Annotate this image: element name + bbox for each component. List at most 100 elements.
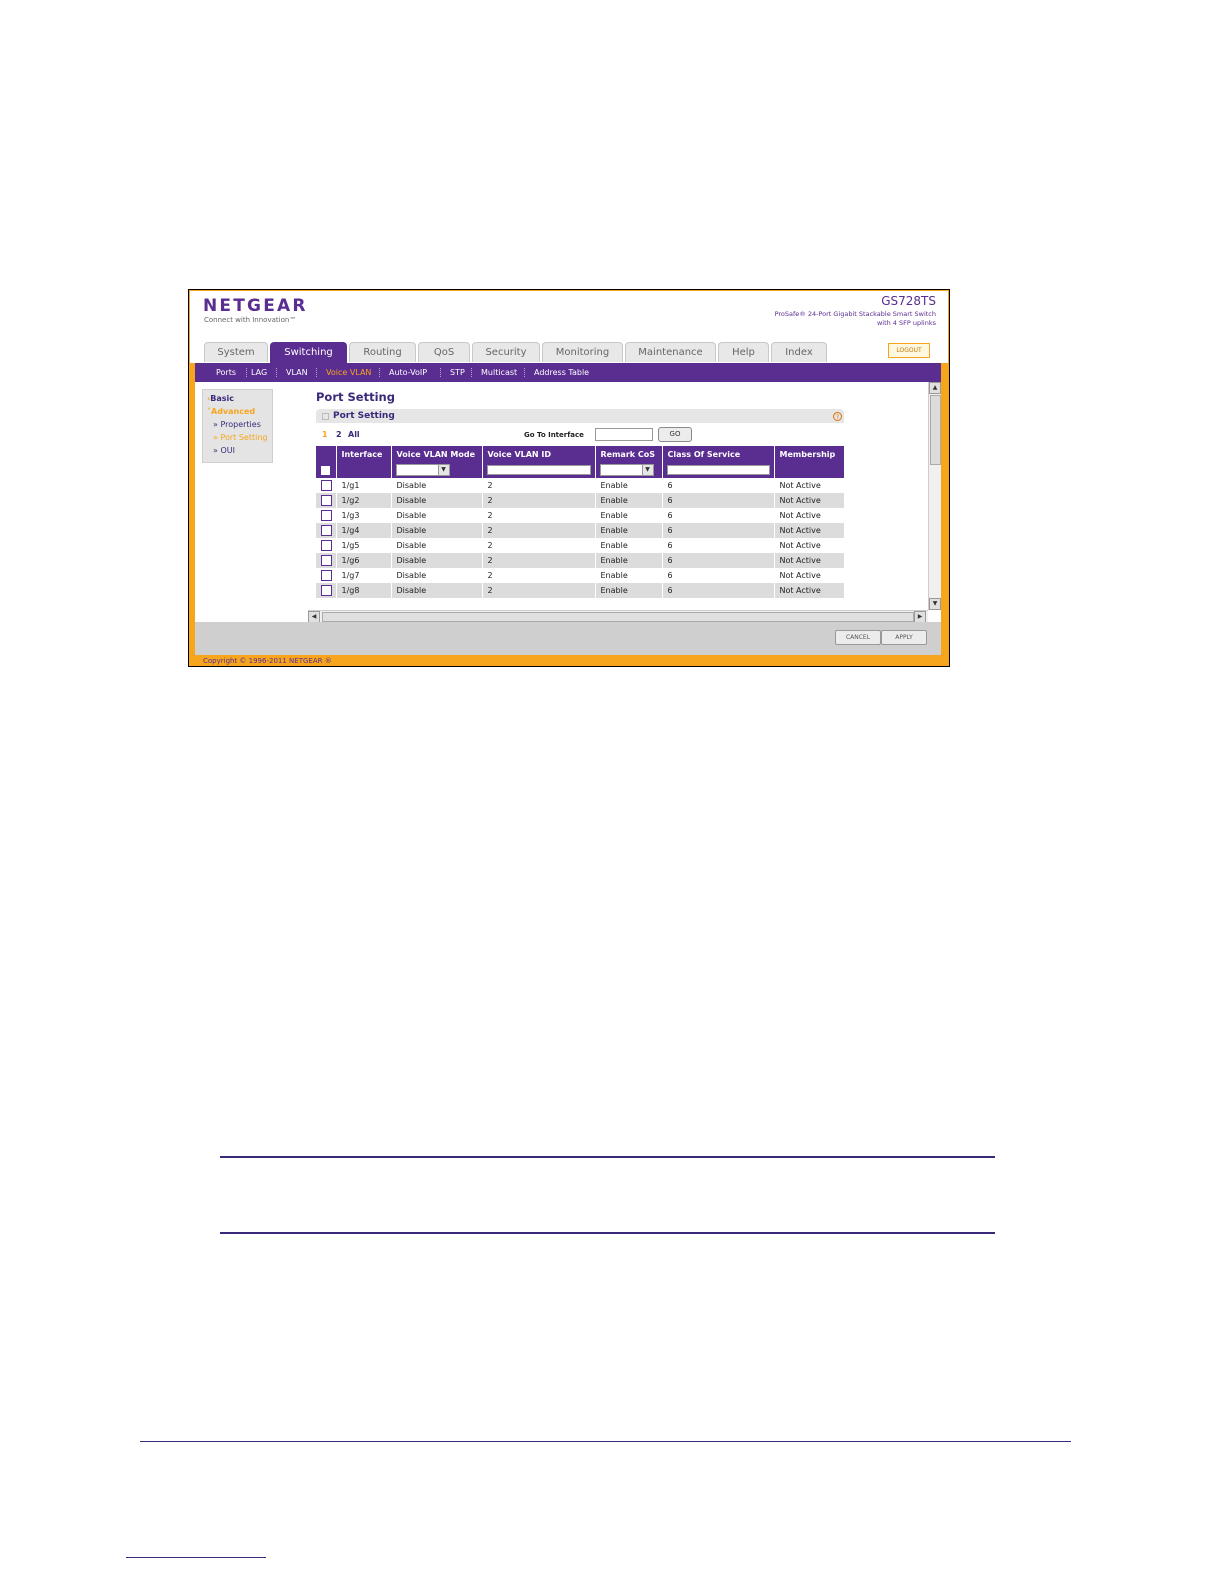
help-icon[interactable]: ?: [833, 412, 842, 421]
subnav-address-table[interactable]: Address Table: [534, 363, 589, 382]
tab-system[interactable]: System: [204, 342, 268, 362]
subnav-separator: [471, 368, 473, 377]
tab-help[interactable]: Help: [718, 342, 769, 362]
table-row[interactable]: 1/g3 Disable 2 Enable 6 Not Active: [316, 508, 844, 523]
panel-title: Port Setting: [333, 411, 395, 421]
subnav-auto-voip[interactable]: Auto-VoIP: [389, 363, 427, 382]
table-row[interactable]: 1/g8 Disable 2 Enable 6 Not Active: [316, 583, 844, 598]
cancel-button[interactable]: CANCEL: [835, 630, 881, 645]
subnav-multicast[interactable]: Multicast: [481, 363, 517, 382]
horizontal-scroll-thumb[interactable]: [322, 612, 914, 622]
subnav-lag[interactable]: LAG: [251, 363, 267, 382]
header-interface[interactable]: Interface: [336, 446, 392, 462]
tab-qos[interactable]: QoS: [418, 342, 470, 362]
table-row[interactable]: 1/g6 Disable 2 Enable 6 Not Active: [316, 553, 844, 568]
row-select-cell: [316, 493, 337, 508]
page-link-1[interactable]: 1: [322, 430, 328, 439]
cell-id: 2: [482, 583, 596, 598]
cell-remark: Enable: [595, 493, 663, 508]
table-row[interactable]: 1/g1 Disable 2 Enable 6 Not Active: [316, 478, 844, 493]
header-class-of-service[interactable]: Class Of Service: [662, 446, 775, 462]
cell-cos: 6: [662, 508, 775, 523]
table-row[interactable]: 1/g2 Disable 2 Enable 6 Not Active: [316, 493, 844, 508]
cell-remark: Enable: [595, 553, 663, 568]
collapse-icon[interactable]: [322, 413, 329, 420]
left-menu-oui[interactable]: » OUI: [213, 446, 235, 455]
left-menu-advanced[interactable]: ˅Advanced: [207, 407, 255, 416]
subnav-stp[interactable]: STP: [450, 363, 465, 382]
subnav-voice-vlan[interactable]: Voice VLAN: [326, 363, 371, 382]
cell-mode: Disable: [391, 553, 483, 568]
page-link-2[interactable]: 2: [336, 430, 342, 439]
header-membership[interactable]: Membership: [774, 446, 844, 462]
left-menu-basic[interactable]: ›Basic: [207, 394, 234, 403]
cell-remark: Enable: [595, 538, 663, 553]
row-select-cell: [316, 538, 337, 553]
vertical-scrollbar[interactable]: ▲ ▼: [928, 382, 941, 610]
row-checkbox[interactable]: [321, 540, 332, 551]
left-menu-port-setting[interactable]: » Port Setting: [213, 433, 267, 442]
remark-cos-select[interactable]: ▼: [599, 464, 654, 476]
go-to-interface-input[interactable]: [595, 428, 653, 441]
tab-maintenance[interactable]: Maintenance: [625, 342, 716, 362]
subnav-vlan[interactable]: VLAN: [286, 363, 308, 382]
cell-id: 2: [482, 538, 596, 553]
subnav-ports[interactable]: Ports: [216, 363, 236, 382]
cell-id: 2: [482, 493, 596, 508]
cell-membership: Not Active: [774, 478, 844, 493]
page-link-all[interactable]: All: [348, 430, 360, 439]
cell-membership: Not Active: [774, 568, 844, 583]
header-voice-vlan-mode[interactable]: Voice VLAN Mode: [391, 446, 483, 462]
cell-cos: 6: [662, 553, 775, 568]
edit-remark-cell: ▼: [595, 462, 663, 478]
cell-id: 2: [482, 523, 596, 538]
cell-membership: Not Active: [774, 523, 844, 538]
go-button[interactable]: GO: [658, 427, 692, 442]
table-row[interactable]: 1/g5 Disable 2 Enable 6 Not Active: [316, 538, 844, 553]
class-of-service-input[interactable]: [666, 465, 770, 475]
chevron-down-icon: ▼: [641, 465, 653, 475]
panel-header: Port Setting ?: [316, 409, 844, 423]
cell-interface: 1/g3: [336, 508, 392, 523]
apply-button[interactable]: APPLY: [881, 630, 927, 645]
tab-routing[interactable]: Routing: [349, 342, 416, 362]
footer-line: [140, 1441, 1071, 1442]
row-checkbox[interactable]: [321, 585, 332, 596]
cell-mode: Disable: [391, 508, 483, 523]
cell-membership: Not Active: [774, 553, 844, 568]
cell-interface: 1/g5: [336, 538, 392, 553]
row-checkbox[interactable]: [321, 555, 332, 566]
row-checkbox[interactable]: [321, 495, 332, 506]
tab-monitoring[interactable]: Monitoring: [542, 342, 623, 362]
edit-id-cell: [482, 462, 596, 478]
scroll-up-icon[interactable]: ▲: [929, 382, 941, 394]
header-voice-vlan-id[interactable]: Voice VLAN ID: [482, 446, 596, 462]
vertical-scroll-thumb[interactable]: [930, 395, 941, 465]
tab-switching[interactable]: Switching: [270, 342, 347, 363]
scroll-down-icon[interactable]: ▼: [929, 598, 941, 610]
model-description: ProSafe® 24-Port Gigabit Stackable Smart…: [736, 310, 936, 328]
row-checkbox[interactable]: [321, 570, 332, 581]
tab-security[interactable]: Security: [472, 342, 540, 362]
voice-vlan-mode-select[interactable]: ▼: [395, 464, 450, 476]
table-row[interactable]: 1/g4 Disable 2 Enable 6 Not Active: [316, 523, 844, 538]
subnav-separator: [440, 368, 442, 377]
left-menu-properties[interactable]: » Properties: [213, 420, 261, 429]
left-menu-oui-label: OUI: [220, 446, 235, 455]
port-setting-table: Interface Voice VLAN Mode Voice VLAN ID …: [316, 446, 844, 598]
row-checkbox[interactable]: [321, 480, 332, 491]
row-select-cell: [316, 478, 337, 493]
cell-membership: Not Active: [774, 538, 844, 553]
horizontal-scrollbar[interactable]: ◀ ▶: [308, 610, 928, 623]
select-all-checkbox[interactable]: [320, 464, 331, 476]
tab-index[interactable]: Index: [771, 342, 827, 362]
table-row[interactable]: 1/g7 Disable 2 Enable 6 Not Active: [316, 568, 844, 583]
cell-remark: Enable: [595, 568, 663, 583]
header-remark-cos[interactable]: Remark CoS: [595, 446, 663, 462]
cell-id: 2: [482, 553, 596, 568]
row-checkbox[interactable]: [321, 525, 332, 536]
cell-id: 2: [482, 568, 596, 583]
row-checkbox[interactable]: [321, 510, 332, 521]
voice-vlan-id-input[interactable]: [486, 465, 591, 475]
logout-button[interactable]: LOGOUT: [888, 343, 930, 358]
